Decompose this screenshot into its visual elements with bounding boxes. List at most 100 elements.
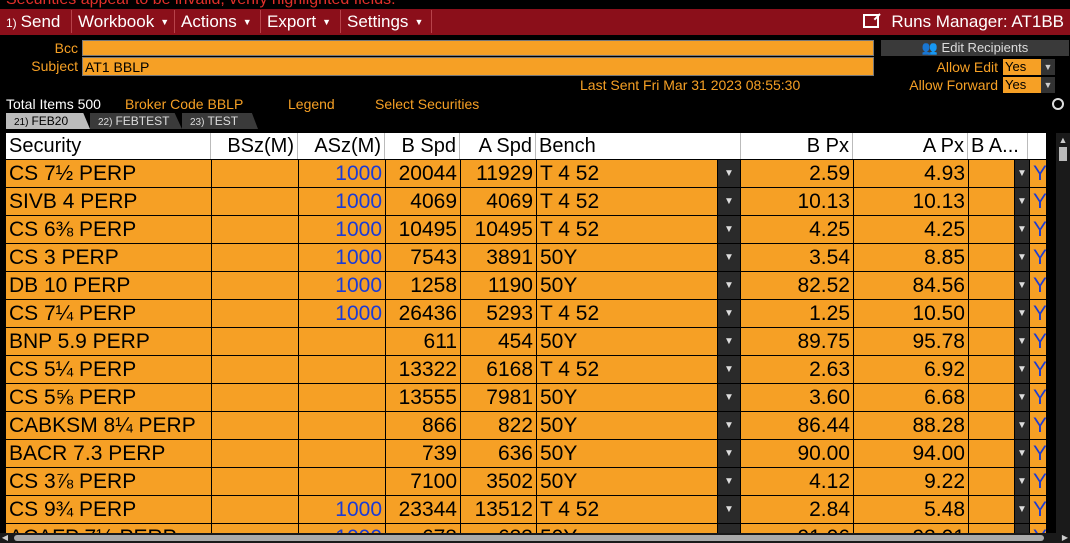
bid-size-cell[interactable] [212,272,298,299]
chevron-down-icon[interactable]: ▼ [1015,496,1029,523]
ask-spread-cell[interactable]: 636 [461,440,536,467]
table-row[interactable]: BNP 5.9 PERP 611 454 50Y ▼ 89.75 95.78 ▼ Y [6,328,1046,356]
flag-cell[interactable]: Y [1030,524,1046,533]
ask-size-cell[interactable]: 1000 [299,496,385,523]
bid-size-cell[interactable] [212,328,298,355]
ask-size-cell[interactable] [299,468,385,495]
table-row[interactable]: CABKSM 8¼ PERP 866 822 50Y ▼ 86.44 88.28 ▼ Y [6,412,1046,440]
bcc-field[interactable] [82,40,874,56]
bid-size-cell[interactable] [212,524,298,533]
bid-price-cell[interactable]: 86.44 [741,412,853,439]
column-header-bench[interactable]: Bench [536,133,741,159]
bid-size-cell[interactable] [212,384,298,411]
ask-price-cell[interactable]: 4.93 [854,160,968,187]
security-cell[interactable]: CS 9¾ PERP [6,496,211,523]
bid-spread-cell[interactable]: 20044 [386,160,460,187]
ask-spread-cell[interactable]: 7981 [461,384,536,411]
ba-cell[interactable] [969,300,1014,327]
table-row[interactable]: SIVB 4 PERP 1000 4069 4069 T 4 52 ▼ 10.13 10.13… [6,188,1046,216]
chevron-down-icon[interactable]: ▼ [718,188,740,215]
ask-spread-cell[interactable]: 454 [461,328,536,355]
chevron-down-icon[interactable]: ▼ [1015,524,1029,533]
menu-actions[interactable]: Actions ▼ [175,10,261,33]
column-header-aspd[interactable]: A Spd [460,133,536,159]
chevron-down-icon[interactable]: ▼ [718,440,740,467]
table-row[interactable]: CS 5⅝ PERP 13555 7981 50Y ▼ 3.60 6.68 ▼ Y [6,384,1046,412]
menu-workbook[interactable]: Workbook ▼ [72,10,175,33]
security-cell[interactable]: CS 5⅝ PERP [6,384,211,411]
ask-size-cell[interactable] [299,328,385,355]
ask-spread-cell[interactable]: 3502 [461,468,536,495]
chevron-down-icon[interactable]: ▼ [718,468,740,495]
edit-recipients-button[interactable]: 👥 Edit Recipients [881,40,1069,56]
security-cell[interactable]: DB 10 PERP [6,272,211,299]
bid-price-cell[interactable]: 89.75 [741,328,853,355]
bid-price-cell[interactable]: 3.54 [741,244,853,271]
bid-size-cell[interactable] [212,356,298,383]
ask-spread-cell[interactable]: 822 [461,412,536,439]
ask-spread-cell[interactable]: 633 [461,524,536,533]
scroll-left-icon[interactable]: ◀ [0,533,10,543]
ask-spread-cell[interactable]: 13512 [461,496,536,523]
flag-cell[interactable]: Y [1030,244,1046,271]
scroll-right-icon[interactable]: ▶ [1060,533,1070,543]
chevron-down-icon[interactable]: ▼ [718,524,740,533]
ba-cell[interactable] [969,160,1014,187]
security-cell[interactable]: CS 7½ PERP [6,160,211,187]
ask-price-cell[interactable]: 4.25 [854,216,968,243]
bid-spread-cell[interactable]: 1258 [386,272,460,299]
bench-cell[interactable]: T 4 52 [537,160,717,187]
ask-spread-cell[interactable]: 6168 [461,356,536,383]
bid-price-cell[interactable]: 90.00 [741,440,853,467]
popout-icon[interactable] [863,14,880,28]
ba-cell[interactable] [969,188,1014,215]
bid-size-cell[interactable] [212,160,298,187]
tab-febtest[interactable]: 22) FEBTEST [90,113,182,129]
bid-spread-cell[interactable]: 23344 [386,496,460,523]
tab-feb20[interactable]: 21) FEB20 [6,113,90,129]
ask-price-cell[interactable]: 8.85 [854,244,968,271]
chevron-down-icon[interactable]: ▼ [1015,216,1029,243]
bench-cell[interactable]: 50Y [537,384,717,411]
bid-price-cell[interactable]: 91.06 [741,524,853,533]
chevron-down-icon[interactable]: ▼ [1015,384,1029,411]
column-header-bpx[interactable]: B Px [741,133,853,159]
ask-spread-cell[interactable]: 5293 [461,300,536,327]
ask-spread-cell[interactable]: 10495 [461,216,536,243]
bid-price-cell[interactable]: 2.63 [741,356,853,383]
ask-price-cell[interactable]: 5.48 [854,496,968,523]
horizontal-scrollbar[interactable]: ◀ ▶ [0,533,1070,543]
ask-spread-cell[interactable]: 11929 [461,160,536,187]
table-row[interactable]: CS 7½ PERP 1000 20044 11929 T 4 52 ▼ 2.59 4.93 ▼… [6,160,1046,188]
ask-price-cell[interactable]: 10.50 [854,300,968,327]
chevron-down-icon[interactable]: ▼ [718,356,740,383]
table-row[interactable]: CS 3 PERP 1000 7543 3891 50Y ▼ 3.54 8.85 ▼ Y [6,244,1046,272]
bid-spread-cell[interactable]: 866 [386,412,460,439]
security-cell[interactable]: BACR 7.3 PERP [6,440,211,467]
bench-cell[interactable]: T 4 52 [537,188,717,215]
column-header-security[interactable]: Security [6,133,211,159]
bid-size-cell[interactable] [212,188,298,215]
bid-spread-cell[interactable]: 611 [386,328,460,355]
security-cell[interactable]: CS 7¼ PERP [6,300,211,327]
ask-spread-cell[interactable]: 4069 [461,188,536,215]
bid-spread-cell[interactable]: 7543 [386,244,460,271]
bid-spread-cell[interactable]: 4069 [386,188,460,215]
bid-size-cell[interactable] [212,440,298,467]
ba-cell[interactable] [969,496,1014,523]
chevron-down-icon[interactable]: ▼ [718,272,740,299]
chevron-down-icon[interactable]: ▼ [1015,440,1029,467]
ask-size-cell[interactable]: 1000 [299,188,385,215]
ask-size-cell[interactable] [299,384,385,411]
ask-spread-cell[interactable]: 1190 [461,272,536,299]
table-row[interactable]: DB 10 PERP 1000 1258 1190 50Y ▼ 82.52 84.56 ▼ Y [6,272,1046,300]
bench-cell[interactable]: T 4 52 [537,300,717,327]
chevron-down-icon[interactable]: ▼ [718,384,740,411]
ask-size-cell[interactable] [299,412,385,439]
bid-size-cell[interactable] [212,300,298,327]
bid-spread-cell[interactable]: 10495 [386,216,460,243]
column-header-ba[interactable]: B A... [968,133,1028,159]
chevron-down-icon[interactable]: ▼ [1015,412,1029,439]
ask-spread-cell[interactable]: 3891 [461,244,536,271]
bid-price-cell[interactable]: 2.59 [741,160,853,187]
